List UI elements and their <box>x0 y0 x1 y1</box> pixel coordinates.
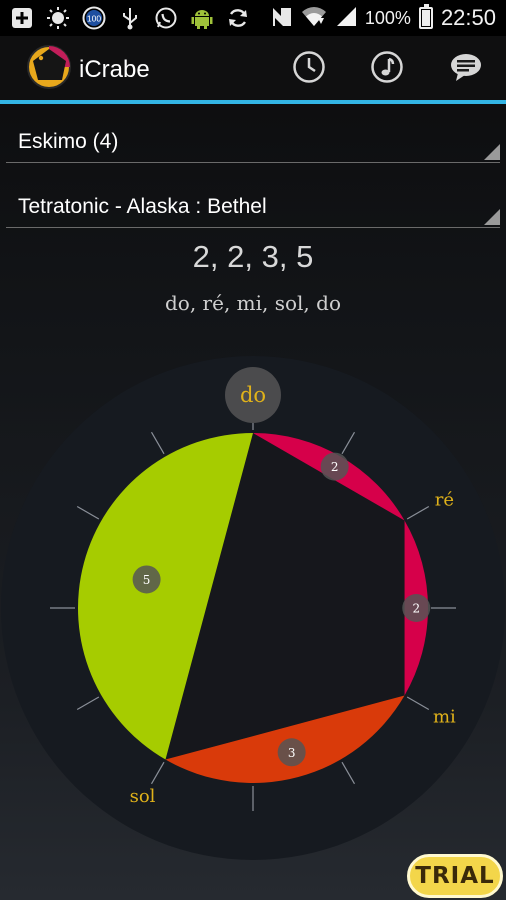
battery-icon <box>418 4 433 29</box>
note-label[interactable]: sol <box>130 786 156 807</box>
scale-name-value: Tetratonic - Alaska : Bethel <box>18 195 267 218</box>
battery-level-fill <box>421 10 430 26</box>
interval-badge-label: 3 <box>288 746 296 760</box>
scale-family-dropdown[interactable]: Eskimo (4) <box>6 128 500 163</box>
note-label[interactable]: mi <box>433 707 456 728</box>
scale-name-dropdown[interactable]: Tetratonic - Alaska : Bethel <box>6 193 500 228</box>
brightness-icon <box>46 6 70 30</box>
chat-icon <box>449 50 483 89</box>
interval-badge-label: 5 <box>143 573 151 587</box>
interval-badge-label: 2 <box>412 602 420 616</box>
intervals-text: 2, 2, 3, 5 <box>192 239 314 274</box>
action-bar <box>0 36 506 100</box>
signal-icon <box>335 5 357 32</box>
notification-icons: 100 <box>10 5 250 31</box>
nfc-icon <box>271 4 293 33</box>
clock-icon <box>292 50 326 89</box>
music-note-icon <box>370 50 404 89</box>
trial-badge[interactable]: TRIAL <box>407 854 503 898</box>
notes-text: do, ré, mi, sol, do <box>164 291 341 315</box>
clock-time: 22:50 <box>440 5 496 30</box>
android-icon <box>190 6 214 30</box>
battery-text: 100% <box>364 7 411 28</box>
history-button[interactable] <box>290 50 328 88</box>
usb-icon <box>118 6 142 30</box>
add-box-icon <box>10 6 34 30</box>
note-label[interactable]: ré <box>435 490 454 511</box>
app-title: iCrabe <box>79 56 150 83</box>
wheel-segments <box>78 433 428 783</box>
listen-button[interactable] <box>368 50 406 88</box>
interval-badge-label: 2 <box>331 460 339 474</box>
sync-icon <box>226 6 250 30</box>
dropdown-arrow-icon <box>484 144 500 160</box>
root-note-label: do <box>240 383 266 407</box>
status-bar: 100 100% 22:50 <box>0 0 506 36</box>
badge-100-icon: 100 <box>82 6 106 30</box>
wifi-icon <box>301 5 327 32</box>
svg-text:100: 100 <box>87 14 101 24</box>
app-logo-icon[interactable] <box>26 44 72 90</box>
whatsapp-icon <box>154 6 178 30</box>
scale-wheel[interactable]: 2 2 3 5 do ré mi sol <box>0 340 506 860</box>
dropdown-arrow-icon <box>484 209 500 225</box>
chat-button[interactable] <box>447 50 485 88</box>
action-bar-divider <box>0 100 506 104</box>
scale-family-value: Eskimo (4) <box>18 130 119 153</box>
